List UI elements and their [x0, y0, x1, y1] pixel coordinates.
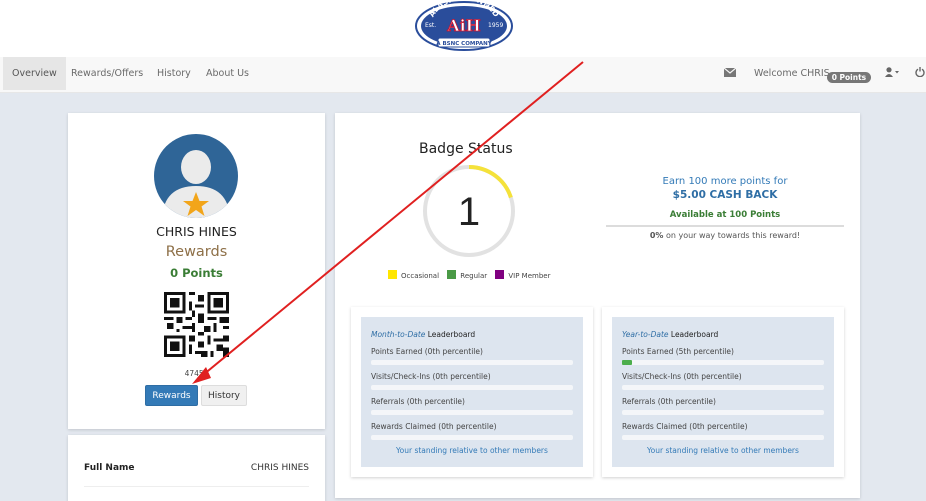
- leaderboard-row: Referrals (0th percentile): [622, 397, 824, 415]
- leaderboard-title-italic: Year-to-Date: [622, 330, 669, 339]
- row-label: Points Earned (5th percentile): [622, 347, 734, 356]
- leaderboard-title: Year-to-Date Leaderboard: [622, 330, 718, 339]
- nav-overview[interactable]: Overview: [3, 57, 66, 90]
- reward-progress-text: 0% on your way towards this reward!: [606, 231, 844, 240]
- legend-vip: VIP Member: [508, 272, 551, 280]
- points-badge: 0 Points: [826, 72, 872, 83]
- logo-est: Est.: [425, 22, 436, 29]
- profile-name: CHRIS HINES: [156, 224, 237, 239]
- company-logo[interactable]: ALASKAN OWNED AiH Est. 1959 A BSNC COMPA…: [408, 0, 520, 52]
- qr-code: [164, 292, 229, 357]
- info-card: Full Name CHRIS HINES: [68, 435, 325, 501]
- legend-swatch-occasional: [388, 270, 397, 279]
- logo-year: 1959: [488, 22, 503, 29]
- reward-progress-bar: [606, 225, 844, 227]
- navbar: Overview Rewards/Offers History About Us…: [0, 57, 926, 93]
- legend-regular: Regular: [460, 272, 488, 280]
- leaderboard-footer: Your standing relative to other members: [647, 446, 799, 455]
- row-label: Rewards Claimed (0th percentile): [371, 422, 497, 431]
- welcome-area[interactable]: Welcome CHRIS 0 Points: [754, 57, 872, 90]
- row-bar: [371, 360, 573, 365]
- full-name-row: Full Name CHRIS HINES: [84, 463, 309, 487]
- leaderboard-title-italic: Month-to-Date: [371, 330, 426, 339]
- history-button[interactable]: History: [201, 385, 247, 406]
- leaderboard-title-rest: Leaderboard: [425, 330, 476, 339]
- badge-level: 1: [458, 190, 480, 234]
- leaderboard-year: Year-to-Date Leaderboard Points Earned (…: [602, 307, 844, 477]
- leaderboard-title-rest: Leaderboard: [668, 330, 719, 339]
- leaderboard-row: Visits/Check-Ins (0th percentile): [622, 372, 824, 390]
- leaderboard-row: Points Earned (0th percentile): [371, 347, 573, 365]
- legend-occasional: Occasional: [401, 272, 440, 280]
- leaderboard-row: Rewards Claimed (0th percentile): [371, 422, 573, 440]
- nav-rewards-offers[interactable]: Rewards/Offers: [62, 57, 152, 90]
- rewards-label: Rewards: [165, 244, 228, 260]
- cash-back-text: $5.00 CASH BACK: [672, 189, 778, 201]
- logo-bar: ALASKAN OWNED AiH Est. 1959 A BSNC COMPA…: [0, 0, 926, 57]
- avatar: [154, 134, 238, 218]
- envelope-icon[interactable]: [723, 57, 737, 90]
- nav-history[interactable]: History: [148, 57, 200, 90]
- leaderboard-row: Points Earned (5th percentile): [622, 347, 824, 365]
- leaderboard-title: Month-to-Date Leaderboard: [371, 330, 475, 339]
- member-id: 47455: [184, 369, 209, 378]
- leaderboard-month: Month-to-Date Leaderboard Points Earned …: [351, 307, 593, 477]
- leaderboard-panel: Month-to-Date Leaderboard Points Earned …: [361, 317, 583, 467]
- welcome-text: Welcome CHRIS: [754, 68, 830, 79]
- row-label: Rewards Claimed (0th percentile): [622, 422, 748, 431]
- row-bar: [622, 385, 824, 390]
- reward-progress-pct: 0%: [649, 231, 664, 240]
- leaderboard-row: Referrals (0th percentile): [371, 397, 573, 415]
- row-bar: [622, 435, 824, 440]
- earn-text: Earn 100 more points for: [662, 176, 788, 187]
- badge-ring: 1: [423, 165, 515, 257]
- nav-about-us[interactable]: About Us: [197, 57, 258, 90]
- badge-legend: Occasional Regular VIP Member: [382, 270, 550, 280]
- leaderboard-row: Rewards Claimed (0th percentile): [622, 422, 824, 440]
- main-card: Badge Status 1 Occasional Regular VIP Me…: [335, 113, 860, 498]
- leaderboard-panel: Year-to-Date Leaderboard Points Earned (…: [612, 317, 834, 467]
- legend-swatch-vip: [495, 270, 505, 279]
- legend-swatch-regular: [447, 270, 457, 279]
- row-label: Visits/Check-Ins (0th percentile): [371, 372, 491, 381]
- row-bar-fill: [622, 360, 633, 365]
- row-label: Referrals (0th percentile): [622, 397, 716, 406]
- full-name-label: Full Name: [84, 463, 135, 473]
- logo-ribbon: A BSNC COMPANY: [436, 41, 492, 47]
- reward-box: Earn 100 more points for $5.00 CASH BACK…: [606, 176, 844, 240]
- row-label: Referrals (0th percentile): [371, 397, 465, 406]
- power-icon[interactable]: [915, 57, 925, 90]
- logo-letters: AiH: [446, 16, 481, 35]
- leaderboard-row: Visits/Check-Ins (0th percentile): [371, 372, 573, 390]
- profile-card: CHRIS HINES Rewards 0 Points 47455 Rewar…: [68, 113, 325, 429]
- row-bar: [371, 435, 573, 440]
- badge-status-title: Badge Status: [419, 141, 513, 157]
- row-bar: [371, 410, 573, 415]
- rewards-button[interactable]: Rewards: [145, 385, 198, 406]
- points-total: 0 Points: [170, 266, 223, 280]
- row-bar: [622, 360, 824, 365]
- reward-progress-caption: on your way towards this reward!: [663, 231, 801, 240]
- row-label: Visits/Check-Ins (0th percentile): [622, 372, 742, 381]
- row-label: Points Earned (0th percentile): [371, 347, 483, 356]
- full-name-value: CHRIS HINES: [250, 463, 309, 473]
- leaderboard-footer: Your standing relative to other members: [396, 446, 548, 455]
- row-bar: [622, 410, 824, 415]
- row-bar: [371, 385, 573, 390]
- available-text: Available at 100 Points: [669, 210, 781, 220]
- user-menu-icon[interactable]: [885, 57, 899, 90]
